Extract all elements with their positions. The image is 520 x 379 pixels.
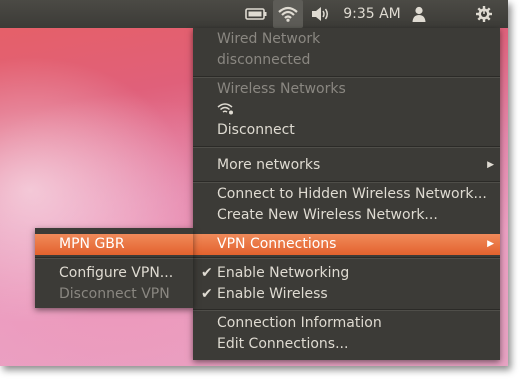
wired-network-title: Wired Network [217,31,321,47]
battery-icon [245,8,267,20]
clock[interactable]: 9:35 AM [340,0,404,28]
connection-information-item[interactable]: Connection Information [193,313,500,334]
top-panel: 9:35 AM [0,0,508,28]
connect-hidden-network-item[interactable]: Connect to Hidden Wireless Network... [193,184,500,205]
separator [193,181,500,183]
user-icon [412,6,426,22]
more-networks-label: More networks [217,157,321,173]
wireless-network-entry[interactable] [193,99,500,117]
enable-networking-item[interactable]: ✔ Enable Networking [193,263,500,284]
volume-icon [312,7,328,21]
vpn-submenu: MPN GBR Configure VPN... Disconnect VPN [35,228,193,308]
volume-indicator[interactable] [306,0,334,28]
enable-wireless-item[interactable]: ✔ Enable Wireless [193,284,500,305]
separator [35,257,193,259]
separator [193,257,500,259]
user-indicator[interactable] [408,0,430,28]
wireless-networks-title: Wireless Networks [217,81,346,97]
session-indicator[interactable] [470,0,498,28]
vpn-connection-mpn-gbr[interactable]: MPN GBR [35,234,193,255]
more-networks-item[interactable]: More networks ▶ [193,155,500,176]
checkmark-icon: ✔ [201,265,213,281]
network-indicator[interactable] [273,0,303,28]
wifi-signal-icon [217,103,233,115]
screenshot: 9:35 AM Wired Network disconnected Wirel… [0,0,508,366]
battery-indicator[interactable] [240,0,272,28]
disconnect-item[interactable]: Disconnect [193,120,500,141]
wifi-icon [278,6,298,22]
separator [193,76,500,78]
separator [193,309,500,311]
separator [193,146,500,148]
enable-networking-label: Enable Networking [217,265,350,281]
power-gear-icon [476,6,492,22]
checkmark-icon: ✔ [201,286,213,302]
submenu-arrow-icon: ▶ [487,239,494,249]
create-new-network-item[interactable]: Create New Wireless Network... [193,205,500,226]
vpn-connections-item[interactable]: VPN Connections ▶ [193,234,500,255]
edit-connections-item[interactable]: Edit Connections... [193,334,500,355]
configure-vpn-item[interactable]: Configure VPN... [35,263,193,284]
submenu-arrow-icon: ▶ [487,160,494,170]
enable-wireless-label: Enable Wireless [217,286,328,302]
disconnect-vpn-item: Disconnect VPN [59,286,170,302]
vpn-connections-label: VPN Connections [217,236,337,252]
network-menu: Wired Network disconnected Wireless Netw… [193,28,500,360]
wired-network-status: disconnected [217,52,311,68]
